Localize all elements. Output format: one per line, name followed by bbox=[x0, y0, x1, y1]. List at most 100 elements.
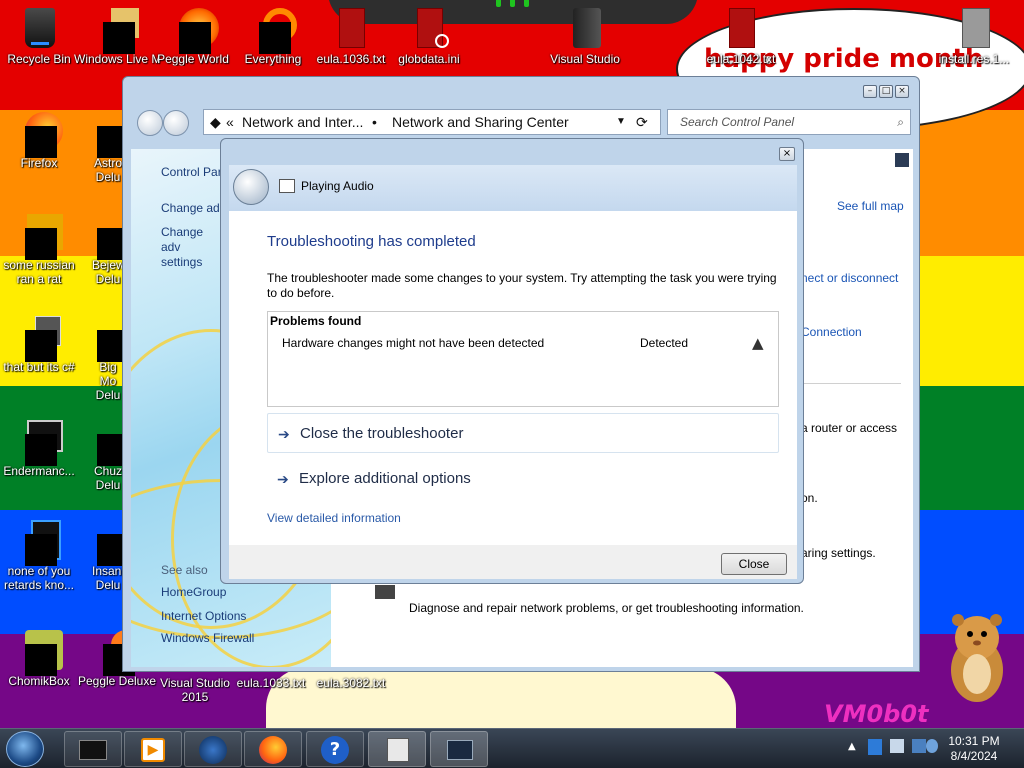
problem-row[interactable]: Hardware changes might not have been det… bbox=[268, 334, 778, 354]
troubleshooter-icon bbox=[279, 179, 295, 193]
nav-internet-options[interactable]: Internet Options bbox=[161, 609, 246, 623]
desktop-icon-some-russian[interactable]: some russian ran a rat bbox=[0, 214, 82, 286]
tray-app-icon[interactable] bbox=[868, 739, 882, 755]
visual-studio-icon bbox=[565, 8, 605, 48]
desktop-icon-astro[interactable]: Astro Delu bbox=[74, 112, 129, 184]
search-input[interactable]: Search Control Panel ⌕ bbox=[667, 109, 911, 135]
connection-link[interactable]: Connection bbox=[801, 325, 862, 339]
problems-box: Problems found Hardware changes might no… bbox=[267, 311, 779, 407]
back-button[interactable] bbox=[233, 169, 269, 205]
clock[interactable]: 10:31 PM 8/4/2024 bbox=[944, 734, 1004, 764]
desktop-icon-firefox[interactable]: Firefox bbox=[0, 112, 82, 170]
icon-label: Big Mo Delu bbox=[95, 360, 121, 402]
icon-label: eula.1036.txt bbox=[316, 52, 386, 66]
connect-disconnect-link[interactable]: nect or disconnect bbox=[801, 271, 898, 285]
desktop-icon-everything[interactable]: Everything bbox=[230, 8, 316, 66]
address-bar[interactable]: ◆ « Network and Inter... • Network and S… bbox=[203, 109, 661, 135]
icon-label: Endermanc... bbox=[3, 464, 75, 478]
nav-windows-firewall[interactable]: Windows Firewall bbox=[161, 631, 254, 645]
desktop-icon-endermanch[interactable]: Endermanc... bbox=[0, 420, 82, 478]
start-button[interactable] bbox=[6, 731, 44, 767]
desktop-icon-that-but-csharp[interactable]: that but its c# bbox=[0, 316, 82, 374]
minimize-button[interactable]: – bbox=[863, 85, 877, 98]
clock-date: 8/4/2024 bbox=[950, 749, 998, 763]
taskbar: ▶ ? ▲ 10:31 PM 8/4/2024 bbox=[0, 728, 1024, 768]
arrow-right-icon: ➔ bbox=[278, 426, 290, 442]
desktop-icon-chomikbox[interactable]: ChomikBox bbox=[0, 630, 82, 688]
problem-status: Detected bbox=[640, 336, 689, 350]
warning-icon: ▲ bbox=[752, 334, 764, 352]
desktop-icon-eula-1036[interactable]: eula.1036.txt bbox=[308, 8, 394, 66]
firefox-icon bbox=[259, 736, 287, 764]
taskbar-firefox[interactable] bbox=[244, 731, 302, 767]
network-tray-icon[interactable] bbox=[890, 739, 904, 753]
desktop-icon-none-of-you[interactable]: none of you retards kno... bbox=[0, 520, 82, 592]
nav-control-panel-home[interactable]: Control Par bbox=[161, 165, 222, 179]
desktop-icon-globdata[interactable]: globdata.ini bbox=[386, 8, 472, 66]
icon-label: Chuz Delu bbox=[93, 464, 122, 492]
file-icon bbox=[954, 8, 994, 48]
dialog-close-icon[interactable]: × bbox=[779, 147, 795, 161]
option-label: Close the troubleshooter bbox=[300, 425, 464, 442]
volume-icon[interactable] bbox=[926, 739, 938, 753]
taskbar-terminal[interactable] bbox=[64, 731, 122, 767]
desktop-icon-eula-1033[interactable]: eula.1033.txt bbox=[228, 676, 314, 690]
maximize-button[interactable]: □ bbox=[879, 85, 893, 98]
network-icon bbox=[895, 153, 909, 167]
close-troubleshooter-option[interactable]: ➔ Close the troubleshooter bbox=[267, 413, 779, 453]
refresh-icon[interactable]: ⟳ bbox=[636, 110, 648, 134]
game-icon bbox=[79, 520, 129, 566]
green-dot bbox=[496, 0, 501, 7]
taskbar-troubleshooter[interactable] bbox=[368, 731, 426, 767]
navigation-bar: ◆ « Network and Inter... • Network and S… bbox=[131, 107, 915, 137]
breadcrumb-overflow-icon[interactable]: « bbox=[226, 110, 234, 134]
taskbar-media-player[interactable]: ▶ bbox=[124, 731, 182, 767]
icon-label: eula.1033.txt bbox=[236, 676, 306, 690]
taskbar-network-window[interactable] bbox=[430, 731, 488, 767]
nav-change-adapter[interactable]: Change ada bbox=[161, 201, 226, 215]
nav-homegroup[interactable]: HomeGroup bbox=[161, 585, 226, 599]
see-full-map-link[interactable]: See full map bbox=[837, 199, 904, 213]
view-details-link[interactable]: View detailed information bbox=[267, 511, 401, 525]
desktop-icon-big-money[interactable]: Big Mo Delu bbox=[74, 316, 129, 402]
breadcrumb-sharing-center[interactable]: Network and Sharing Center bbox=[392, 110, 569, 134]
desktop-icon-install-res[interactable]: install.res.1... bbox=[934, 8, 1014, 66]
desktop-icon-visual-studio-2015[interactable]: Visual Studio 2015 bbox=[152, 676, 238, 704]
nav-change-advanced[interactable]: Change adv settings bbox=[161, 225, 221, 270]
text-file-icon bbox=[331, 8, 371, 48]
icon-label: Bejew Delu bbox=[92, 258, 124, 286]
dialog-body: Troubleshooting has completed The troubl… bbox=[229, 211, 797, 545]
icon-label: that but its c# bbox=[3, 360, 75, 374]
desktop-icon-bejeweled[interactable]: Bejew Delu bbox=[74, 214, 129, 286]
chevron-down-icon[interactable]: ▼ bbox=[616, 110, 626, 134]
desktop-icon-chuzzle[interactable]: Chuz Delu bbox=[74, 420, 129, 492]
desktop-icon-recycle-bin[interactable]: Recycle Bin bbox=[0, 8, 82, 66]
watermark-text: VM0b0t bbox=[824, 700, 929, 728]
forward-button[interactable] bbox=[163, 110, 189, 136]
icon-label: ChomikBox bbox=[8, 674, 70, 688]
search-icon[interactable]: ⌕ bbox=[897, 110, 904, 134]
rat-icon bbox=[19, 214, 63, 260]
problems-header: Problems found bbox=[270, 314, 362, 328]
window-close-button[interactable]: × bbox=[895, 85, 909, 98]
windows-live-icon bbox=[97, 8, 139, 54]
desktop-icon-insaniquarium[interactable]: Insaniq Delu bbox=[74, 520, 129, 592]
firefox-icon bbox=[19, 112, 63, 158]
action-center-icon[interactable] bbox=[912, 739, 926, 753]
explore-options-option[interactable]: ➔ Explore additional options bbox=[267, 459, 779, 499]
desktop-icon-visual-studio[interactable]: Visual Studio bbox=[542, 8, 628, 66]
desktop-icon-peggle-world[interactable]: Peggle World bbox=[150, 8, 236, 66]
breadcrumb-separator-icon[interactable]: • bbox=[372, 110, 377, 134]
troubleshooter-dialog: × Playing Audio Troubleshooting has comp… bbox=[220, 138, 804, 584]
taskbar-help[interactable]: ? bbox=[306, 731, 364, 767]
desktop-icon-eula-3082[interactable]: eula.3082.txt bbox=[308, 676, 394, 690]
desktop-icon-eula-1042[interactable]: eula.1042.txt bbox=[698, 8, 784, 66]
text-file-icon bbox=[721, 8, 761, 48]
taskbar-globe[interactable] bbox=[184, 731, 242, 767]
tray-expand-icon[interactable]: ▲ bbox=[848, 741, 856, 752]
back-button[interactable] bbox=[137, 110, 163, 136]
close-button[interactable]: Close bbox=[721, 553, 787, 575]
breadcrumb-network-internet[interactable]: Network and Inter... bbox=[242, 110, 363, 134]
desktop-icon-windows-live[interactable]: Windows Live Ma bbox=[74, 8, 160, 66]
search-placeholder: Search Control Panel bbox=[680, 115, 795, 129]
